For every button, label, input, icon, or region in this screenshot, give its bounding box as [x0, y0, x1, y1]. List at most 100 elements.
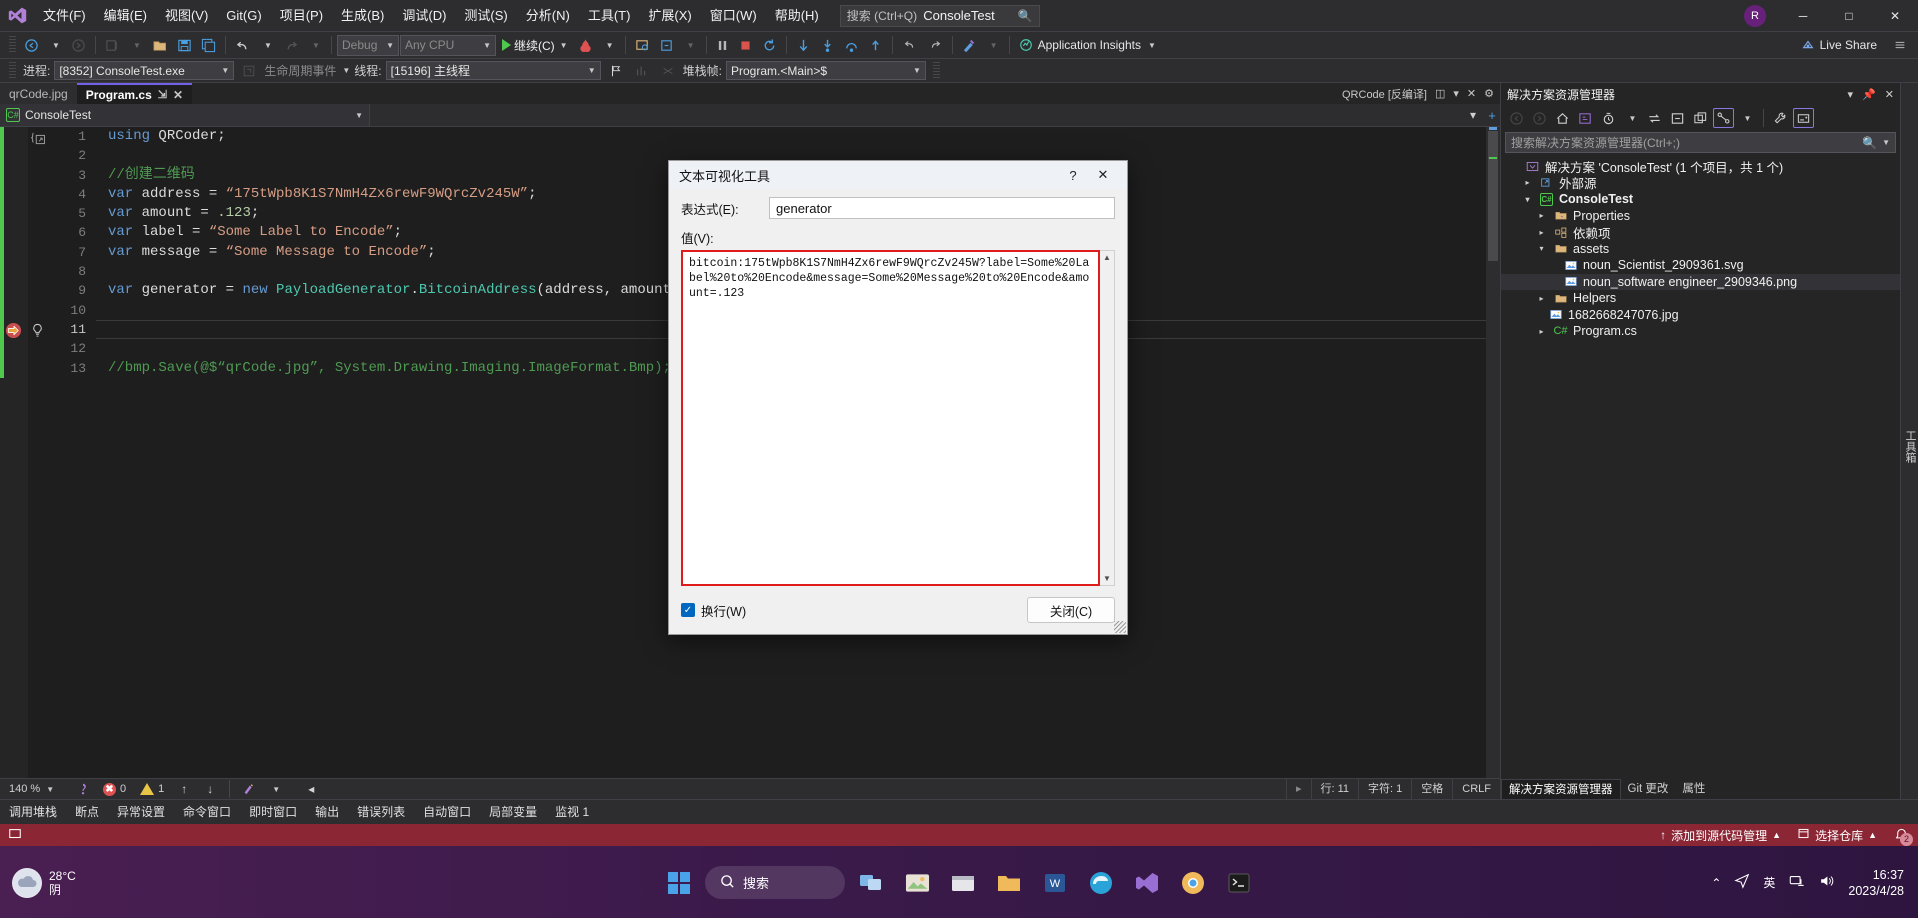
save-all-button[interactable] [197, 34, 220, 56]
taskbar-app-visual-studio[interactable] [1127, 863, 1167, 903]
show-next-statement-button[interactable] [792, 34, 815, 56]
view-code-map-icon[interactable] [1713, 108, 1734, 128]
menu-project[interactable]: 项目(P) [271, 0, 332, 32]
tree-twisty[interactable]: ▸ [1521, 178, 1534, 187]
tree-item-noun-scientist-svg[interactable]: noun_Scientist_2909361.svg [1501, 257, 1900, 274]
current-statement-arrow-icon[interactable] [5, 322, 22, 339]
redo-dropdown[interactable]: ▼ [304, 34, 326, 56]
pin-icon[interactable]: ⇲ [158, 88, 167, 101]
lifecycle-events-button[interactable] [238, 60, 260, 82]
navigate-backward-dropdown[interactable]: ▼ [44, 34, 66, 56]
process-select[interactable]: [8352] ConsoleTest.exe ▼ [54, 61, 235, 80]
pending-changes-icon[interactable] [1598, 108, 1619, 128]
taskbar-app-chrome[interactable] [1173, 863, 1213, 903]
pin-panel-icon[interactable]: 📌 [1862, 88, 1876, 101]
expression-input[interactable]: generator [769, 197, 1115, 219]
solution-tree[interactable]: 解决方案 'ConsoleTest' (1 个项目，共 1 个) ▸ 外部源 ▾… [1501, 156, 1900, 779]
status-expand-button[interactable]: ▸ [1285, 778, 1311, 800]
dock-tab-error-list[interactable]: 错误列表 [348, 800, 414, 825]
properties-wrench-icon[interactable] [1770, 108, 1791, 128]
dialog-close-button[interactable]: 关闭(C) [1027, 597, 1115, 623]
tree-twisty[interactable]: ▸ [1535, 228, 1548, 237]
value-textarea[interactable]: bitcoin:175tWpb8K1S7NmH4Zx6rewF9WQrcZv24… [681, 250, 1100, 586]
tree-item-external-sources[interactable]: ▸ 外部源 [1501, 175, 1900, 191]
collapse-block-icon[interactable] [29, 131, 49, 152]
menu-build[interactable]: 生成(B) [332, 0, 393, 32]
analyzer-icon[interactable] [72, 778, 94, 800]
attach-to-process-button[interactable] [631, 34, 654, 56]
scrollbar-thumb[interactable] [1488, 131, 1498, 261]
preview-selected-items-icon[interactable] [1793, 108, 1814, 128]
menu-help[interactable]: 帮助(H) [766, 0, 828, 32]
toolbox-vertical-tab[interactable]: 工具箱 [1900, 83, 1918, 799]
undo-button[interactable] [231, 34, 255, 56]
dock-tab-output[interactable]: 输出 [306, 800, 348, 825]
dock-tab-watch-1[interactable]: 监视 1 [546, 800, 598, 825]
maximize-button[interactable]: □ [1826, 0, 1872, 32]
open-file-button[interactable] [148, 34, 172, 56]
step-forward-button[interactable] [923, 34, 947, 56]
intellitrace-button[interactable] [958, 34, 981, 56]
dialog-close-icon[interactable]: ✕ [1089, 162, 1117, 188]
dock-tab-breakpoints[interactable]: 断点 [66, 800, 108, 825]
sync-with-active-document-icon[interactable] [1644, 108, 1665, 128]
dock-tab-call-stack[interactable]: 调用堆栈 [0, 800, 66, 825]
new-project-dropdown[interactable]: ▼ [125, 34, 147, 56]
tree-twisty[interactable]: ▾ [1521, 195, 1534, 204]
show-threads-button[interactable] [631, 60, 653, 82]
break-all-button[interactable] [712, 34, 734, 56]
menu-test[interactable]: 测试(S) [455, 0, 516, 32]
taskbar-app-explorer[interactable] [943, 863, 983, 903]
dialog-resize-grip[interactable] [1114, 621, 1126, 633]
tree-item-project-consoletest[interactable]: ▾ C# ConsoleTest [1501, 191, 1900, 208]
split-view-icon[interactable]: ◫ [1435, 87, 1445, 100]
navbar-expand-icon[interactable]: ▾ [1462, 104, 1484, 126]
add-split-icon[interactable]: + [1484, 104, 1500, 126]
collapse-all-icon[interactable] [1667, 108, 1688, 128]
step-back-button[interactable] [898, 34, 922, 56]
tree-twisty[interactable]: ▸ [1535, 327, 1548, 336]
account-avatar[interactable]: R [1744, 4, 1766, 27]
close-window-button[interactable]: ✕ [1872, 0, 1918, 32]
menu-edit[interactable]: 编辑(E) [95, 0, 156, 32]
tree-item-program-cs[interactable]: ▸ C# Program.cs [1501, 323, 1900, 340]
menu-debug[interactable]: 调试(D) [393, 0, 455, 32]
tree-twisty[interactable]: ▸ [1535, 294, 1548, 303]
debug-toolbar-grip-icon-2[interactable] [932, 61, 940, 80]
tab-list-icon[interactable]: ▾ [1453, 87, 1459, 100]
tree-item-helpers[interactable]: ▸ Helpers [1501, 290, 1900, 307]
continue-button[interactable]: 继续(C) ▼ [497, 34, 573, 56]
redo-button[interactable] [279, 34, 303, 56]
taskbar-app-photos[interactable] [897, 863, 937, 903]
line-ending-indicator[interactable]: CRLF [1452, 778, 1500, 800]
previous-issue-button[interactable]: ↑ [173, 778, 195, 800]
tree-item-dependencies[interactable]: ▸ 依赖项 [1501, 224, 1900, 241]
scroll-up-icon[interactable]: ▲ [1103, 253, 1111, 262]
menu-view[interactable]: 视图(V) [156, 0, 217, 32]
task-view-button[interactable] [851, 863, 891, 903]
taskbar-app-edge[interactable] [1081, 863, 1121, 903]
step-settings-button[interactable] [655, 34, 678, 56]
step-over-button[interactable] [840, 34, 863, 56]
select-repository-button[interactable]: 选择仓库 ▲ [1797, 827, 1877, 844]
view-code-map-dropdown-icon[interactable]: ▼ [1736, 108, 1757, 128]
menu-file[interactable]: 文件(F) [34, 0, 95, 32]
live-share-button[interactable]: Live Share [1791, 38, 1887, 52]
editor-tab-qrcode-jpg[interactable]: qrCode.jpg [0, 83, 77, 104]
tray-language-indicator[interactable]: 英 [1763, 874, 1775, 891]
close-icon[interactable]: ✕ [173, 88, 183, 102]
hot-reload-button[interactable] [574, 34, 597, 56]
tree-twisty[interactable]: ▸ [1535, 211, 1548, 220]
menu-window[interactable]: 窗口(W) [701, 0, 766, 32]
dock-tab-command-window[interactable]: 命令窗口 [174, 800, 240, 825]
navigate-back-icon[interactable] [1506, 108, 1527, 128]
intellitrace-dropdown[interactable]: ▼ [982, 34, 1004, 56]
wrap-checkbox[interactable]: ✓ [681, 603, 695, 617]
menu-extensions[interactable]: 扩展(X) [639, 0, 700, 32]
navbar-scope-select[interactable]: C# ConsoleTest ▼ [0, 104, 370, 126]
navigate-forward-icon[interactable] [1529, 108, 1550, 128]
tree-item-1682668247076-jpg[interactable]: 1682668247076.jpg [1501, 307, 1900, 324]
close-panel-icon[interactable]: ✕ [1885, 88, 1894, 101]
minimize-button[interactable]: ─ [1780, 0, 1826, 32]
chevron-down-icon-10[interactable]: ▼ [1882, 138, 1890, 147]
